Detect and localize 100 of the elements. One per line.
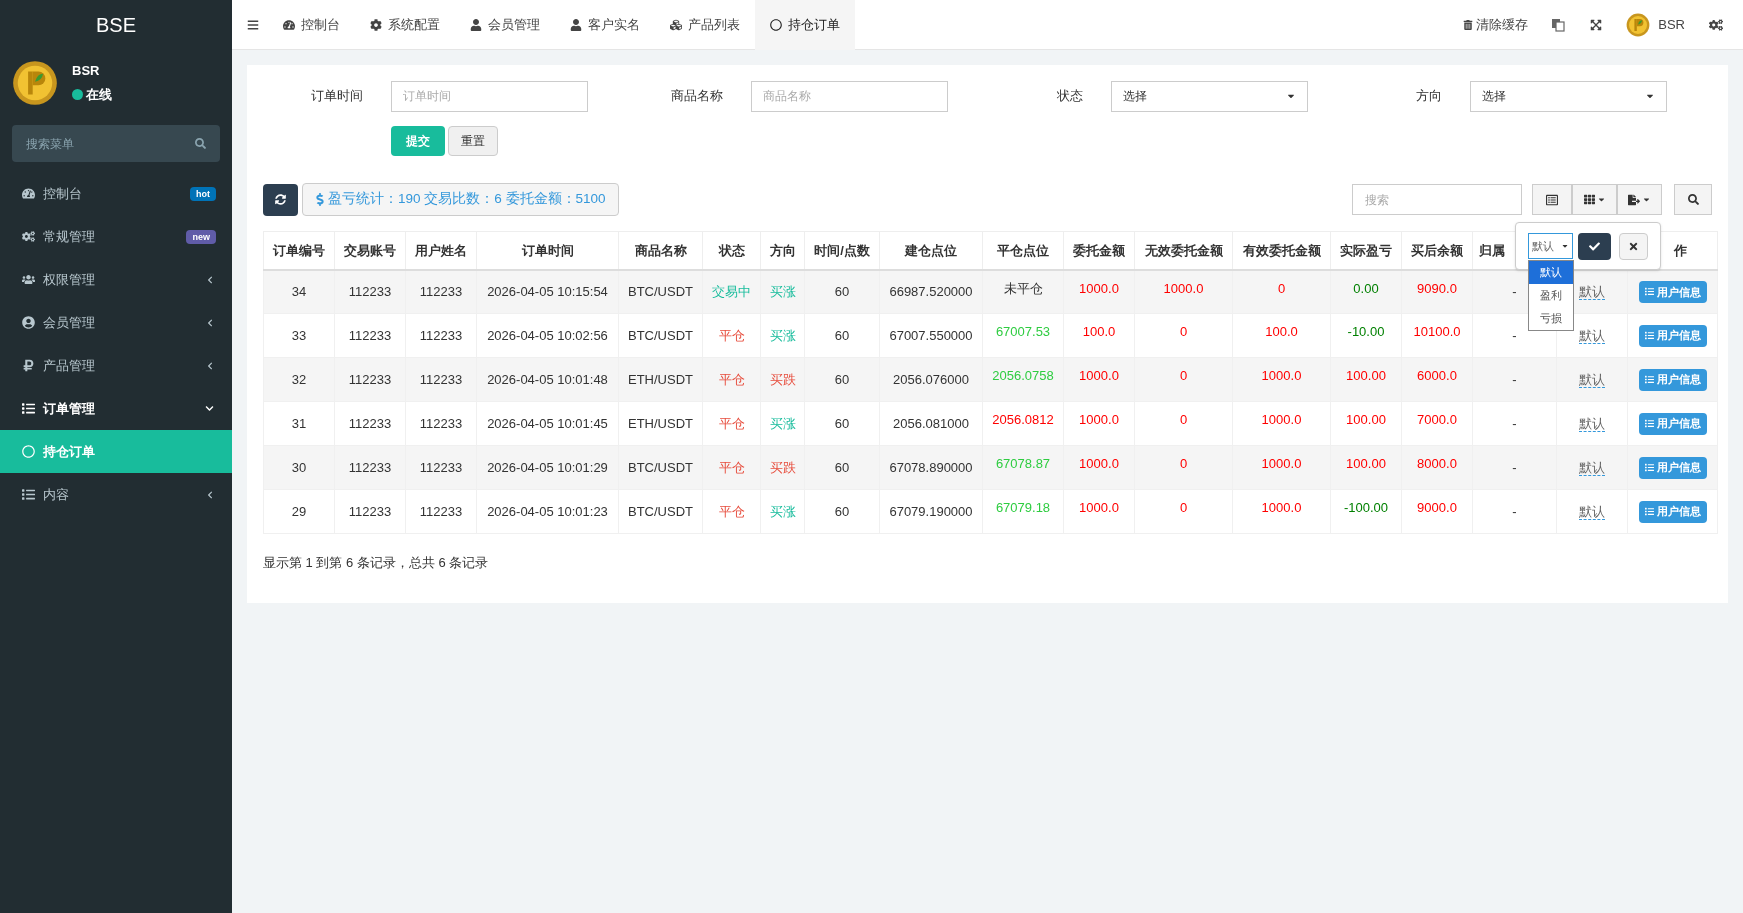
nav-tab[interactable]: 客户实名 [555,0,655,50]
dropdown-option[interactable]: 默认 [1529,261,1573,284]
menu-item[interactable]: 会员管理 [0,301,232,344]
user-icon [470,18,482,31]
filter-label: 方向 [1415,87,1444,106]
table-cell: 112233 [419,503,463,519]
table-cell: 2056.076000 [893,371,969,387]
table-cell: 112233 [348,327,392,343]
editable-link[interactable]: 默认 [1579,371,1605,388]
menu-item[interactable]: 订单管理 [0,387,232,430]
column-header: 建仓点位 [905,242,957,258]
table-cell: BTC/USDT [628,327,693,343]
refresh-button[interactable] [263,183,298,216]
filter-field[interactable]: 商品名称 [750,80,948,112]
filter-field[interactable]: 订单时间 [391,80,588,112]
menu-item[interactable]: 控制台 hot [0,172,232,215]
direction-text: 买跌 [769,459,796,475]
table-cell: 34 [291,284,307,299]
nav-tab[interactable]: 持仓订单 [755,0,855,50]
status-text: 交易中 [712,284,751,299]
menu-item[interactable]: 内容 [0,473,232,516]
filter-select[interactable]: 选择 [1470,80,1668,112]
menu-item[interactable]: 权限管理 [0,258,232,301]
nav-tab[interactable]: 会员管理 [455,0,555,50]
list-icon [1644,287,1654,297]
editable-link[interactable]: 默认 [1579,327,1605,344]
chevron-icon [206,361,214,370]
stats-text: 盈亏统计：190 交易比数：6 委托金额：5100 [328,190,606,209]
filter-select[interactable]: 选择 [1110,80,1308,112]
cancel-button[interactable] [1618,232,1648,260]
top-user-name[interactable]: BSR [1658,14,1685,35]
amount-cell: 1000.0 [1261,456,1302,471]
table-cell: 67079.190000 [889,503,973,519]
close-price: 67007.53 [995,324,1051,339]
dropdown-option[interactable]: 盈利 [1529,284,1573,307]
users-icon [22,273,35,286]
table-search-field[interactable]: 搜索 [1352,184,1522,215]
table-cell: BTC/USDT [628,503,693,519]
direction-text: 买涨 [769,503,796,519]
editable-link[interactable]: 默认 [1579,415,1605,432]
menu-search-field[interactable]: 搜索菜单 [12,125,220,162]
badge: hot [190,186,216,201]
amount-cell: 1000.0 [1079,456,1119,471]
caret-icon [1596,195,1606,204]
column-header: 买后余额 [1411,242,1463,258]
close-icon [1627,240,1639,252]
table-cell: 2026-04-05 10:15:54 [487,284,608,299]
confirm-button[interactable] [1578,232,1611,260]
value-select[interactable]: 默认 [1528,233,1574,259]
table-cell: ETH/USDT [628,415,693,431]
table-cell: 60 [834,415,850,431]
table-cell: 60 [834,327,850,343]
filter-label: 商品名称 [669,87,724,106]
amount-cell: 1000.0 [1261,368,1302,383]
table-cell: 2026-04-05 10:01:45 [487,415,608,431]
menu-icon [247,18,259,31]
dollar-icon [315,193,325,206]
column-header: 用户姓名 [415,242,467,258]
avatar-icon [1626,12,1651,37]
nav-tab[interactable]: 产品列表 [655,0,755,50]
menu-item[interactable]: 产品管理 [0,344,232,387]
table-cell: 2026-04-05 10:02:56 [487,327,608,343]
toggle-view-button[interactable] [1532,184,1572,215]
editable-link[interactable]: 默认 [1579,459,1605,476]
table-cell: 60 [834,503,850,519]
amount-cell: 10100.0 [1413,324,1461,339]
columns-button[interactable] [1572,184,1617,215]
table-cell: 112233 [419,284,463,299]
reset-button[interactable]: 重置 [448,126,498,156]
chevron-icon [206,318,214,327]
amount-cell: 1000.0 [1163,280,1204,296]
column-header: 平仓点位 [997,242,1049,258]
nav-tab[interactable]: 系统配置 [355,0,455,50]
column-header: 有效委托金额 [1242,242,1321,258]
amount-cell: 1000.0 [1079,500,1119,515]
editable-link[interactable]: 默认 [1579,503,1605,520]
brand-title[interactable]: BSE [0,0,232,50]
amount-cell: 9090.0 [1417,280,1457,296]
column-header: 归属 [1479,242,1505,258]
status-text: 平仓 [718,371,745,387]
export-button[interactable] [1617,184,1662,215]
filter-label: 状态 [1055,87,1084,106]
table-cell: - [1512,327,1517,343]
nav-tab[interactable]: 控制台 [268,0,355,50]
editable-link[interactable]: 默认 [1579,284,1605,300]
dropdown-option[interactable]: 亏损 [1529,307,1573,330]
table-cell: - [1512,503,1517,519]
search-button[interactable] [1674,184,1712,215]
gears-icon [22,230,35,243]
user-icon [570,18,582,31]
ruble-icon [22,359,35,372]
clear-cache-button[interactable]: 清除缓存 [1455,14,1537,35]
amount-cell: 1000.0 [1261,500,1302,515]
menu-item[interactable]: 常规管理 new [0,215,232,258]
translate-icon [1551,17,1566,32]
amount-cell: 0 [1179,324,1188,339]
table-cell: 60 [834,371,850,387]
amount-cell: 0 [1277,280,1286,296]
table-cell: 33 [291,327,307,343]
status-text: 平仓 [718,327,745,343]
